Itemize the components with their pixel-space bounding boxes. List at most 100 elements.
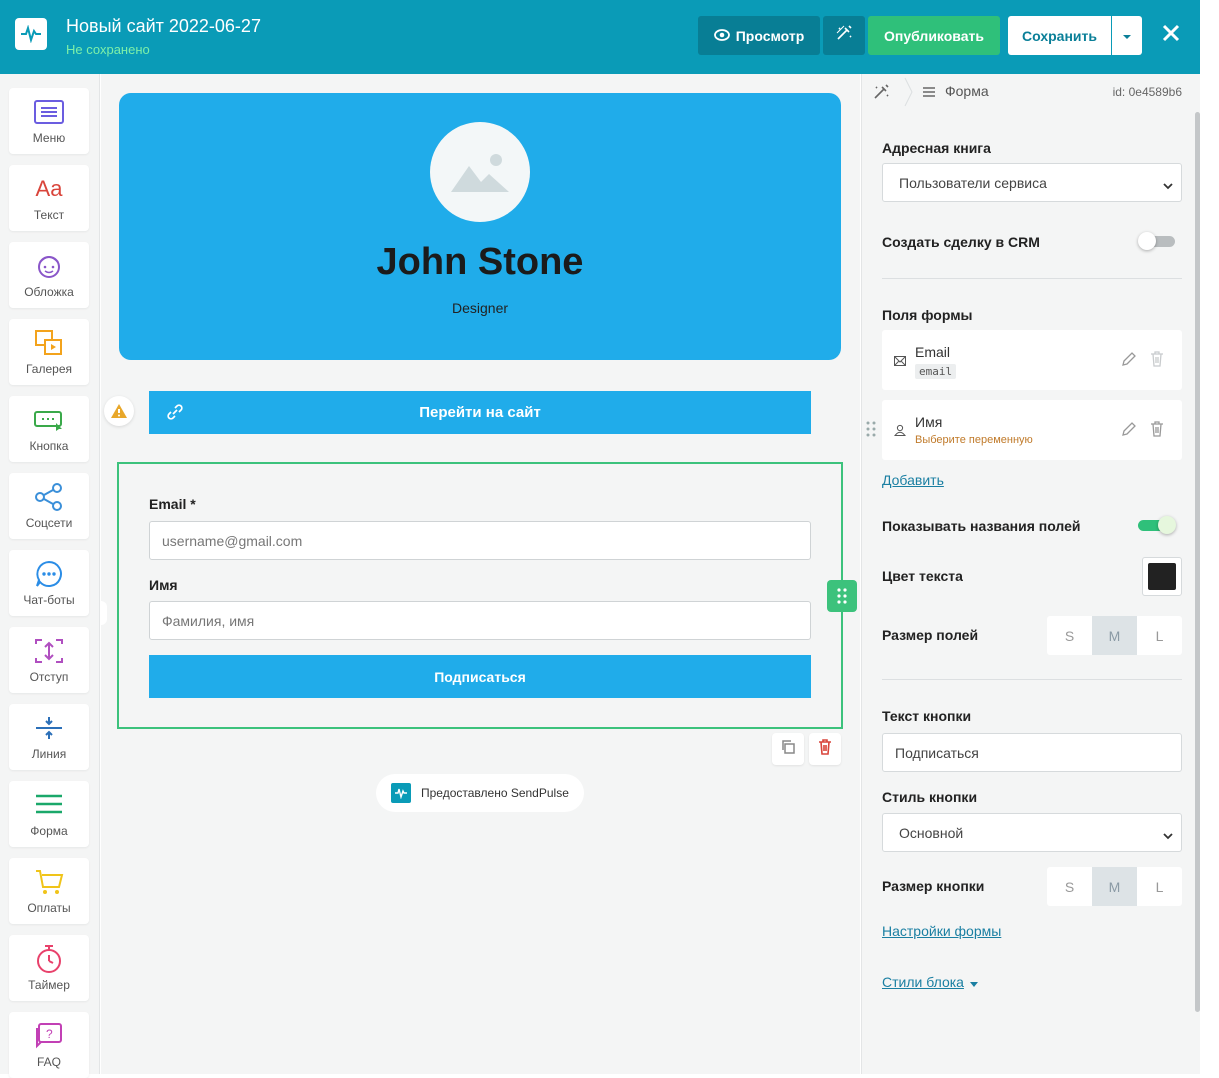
- sidebar-item-label: Кнопка: [29, 439, 69, 453]
- page-canvas: John Stone Designer Перейти на сайт Emai…: [101, 74, 860, 1074]
- close-button[interactable]: [1156, 20, 1186, 50]
- scrollbar-thumb[interactable]: [1195, 112, 1200, 1012]
- sidebar-item-menu[interactable]: Меню: [9, 88, 89, 154]
- share-icon: [33, 482, 65, 512]
- close-icon: [1161, 23, 1181, 48]
- site-title[interactable]: Новый сайт 2022-06-27: [66, 16, 261, 37]
- avatar[interactable]: [430, 122, 530, 222]
- button-text-input[interactable]: Подписаться: [882, 733, 1182, 772]
- sidebar-item-social[interactable]: Соцсети: [9, 473, 89, 539]
- text-color-picker[interactable]: [1142, 557, 1182, 596]
- subscribe-button[interactable]: Подписаться: [149, 655, 811, 698]
- caret-down-icon: [969, 974, 978, 990]
- duplicate-block-button[interactable]: [772, 733, 804, 765]
- trash-icon[interactable]: [1150, 351, 1164, 372]
- block-styles-link[interactable]: Стили блока: [882, 974, 978, 990]
- cover-icon: [33, 251, 65, 281]
- breadcrumb-current: Форма: [945, 83, 989, 99]
- save-button[interactable]: Сохранить: [1008, 16, 1111, 55]
- field-name: Имя: [915, 414, 943, 430]
- spacing-icon: [33, 636, 65, 666]
- caret-down-icon: [1122, 27, 1132, 45]
- form-settings-link[interactable]: Настройки формы: [882, 923, 1001, 939]
- drag-handle-icon[interactable]: [866, 421, 876, 442]
- hero-role[interactable]: Designer: [119, 300, 841, 316]
- sidebar-item-label: FAQ: [36, 1055, 61, 1069]
- block-styles-label: Стили блока: [882, 974, 964, 990]
- sidebar-item-button[interactable]: Кнопка: [9, 396, 89, 462]
- sidebar-item-faq[interactable]: ? FAQ: [9, 1012, 89, 1078]
- add-field-link[interactable]: Добавить: [882, 472, 944, 488]
- top-bar: Новый сайт 2022-06-27 Не сохранено Просм…: [0, 0, 1200, 74]
- design-tool-button[interactable]: [823, 16, 865, 55]
- size-option-l[interactable]: L: [1137, 867, 1182, 906]
- image-placeholder-icon: [451, 154, 509, 192]
- address-book-select[interactable]: Пользователи сервиса: [882, 163, 1182, 202]
- show-field-names-toggle[interactable]: [1138, 516, 1177, 534]
- button-icon: [33, 405, 65, 435]
- crm-toggle[interactable]: [1138, 232, 1177, 250]
- sidebar-item-line[interactable]: Линия: [9, 704, 89, 770]
- size-option-l[interactable]: L: [1137, 616, 1182, 655]
- pencil-icon[interactable]: [1121, 421, 1137, 442]
- size-option-m[interactable]: M: [1092, 616, 1137, 655]
- magic-wand-icon: [835, 24, 853, 47]
- sidebar-item-form[interactable]: Форма: [9, 781, 89, 847]
- size-option-m[interactable]: M: [1092, 867, 1137, 906]
- sidebar-item-label: Линия: [31, 747, 67, 761]
- left-resize-handle[interactable]: [101, 601, 107, 625]
- sidebar-item-label: Таймер: [28, 978, 70, 992]
- app-logo-icon[interactable]: [15, 18, 47, 50]
- powered-by-badge[interactable]: Предоставлено SendPulse: [376, 774, 584, 812]
- field-item-name[interactable]: Имя Выберите переменную: [882, 400, 1182, 460]
- color-swatch: [1148, 563, 1176, 590]
- trash-icon[interactable]: [1150, 421, 1164, 442]
- form-block[interactable]: Email * username@gmail.com Имя Фамилия, …: [117, 462, 843, 729]
- chevron-down-icon: [1163, 177, 1173, 193]
- delete-block-button[interactable]: [809, 733, 841, 765]
- pencil-icon[interactable]: [1121, 351, 1137, 372]
- cover-block[interactable]: John Stone Designer: [119, 93, 841, 360]
- name-field[interactable]: Фамилия, имя: [149, 601, 811, 640]
- text-icon: Aa: [35, 176, 63, 201]
- go-to-site-button[interactable]: Перейти на сайт: [149, 391, 811, 434]
- form-icon: [33, 790, 65, 820]
- sidebar-item-label: Меню: [32, 131, 66, 145]
- sidebar-item-chatbots[interactable]: Чат-боты: [9, 550, 89, 616]
- size-option-s[interactable]: S: [1047, 867, 1092, 906]
- cart-icon: [33, 867, 65, 897]
- menu-icon: [33, 97, 65, 127]
- sidebar-item-gallery[interactable]: Галерея: [9, 319, 89, 385]
- button-style-select[interactable]: Основной: [882, 813, 1182, 852]
- warning-icon[interactable]: [104, 396, 134, 426]
- field-item-email[interactable]: Email email: [882, 330, 1182, 390]
- sidebar-item-text[interactable]: Aa Текст: [9, 165, 89, 231]
- sidebar-item-label: Соцсети: [25, 516, 73, 530]
- save-options-dropdown[interactable]: [1112, 16, 1142, 55]
- hero-name[interactable]: John Stone: [119, 241, 841, 284]
- sidebar-item-spacing[interactable]: Отступ: [9, 627, 89, 693]
- email-field[interactable]: username@gmail.com: [149, 521, 811, 560]
- field-size-selector: S M L: [1047, 616, 1182, 655]
- divider: [882, 679, 1182, 680]
- size-option-s[interactable]: S: [1047, 616, 1092, 655]
- form-fields-label: Поля формы: [882, 307, 973, 323]
- publish-button[interactable]: Опубликовать: [868, 16, 1000, 55]
- drag-handle-icon[interactable]: [827, 580, 857, 612]
- sidebar-item-label: Чат-боты: [23, 593, 75, 607]
- magic-wand-icon[interactable]: [872, 83, 890, 104]
- button-size-selector: S M L: [1047, 867, 1182, 906]
- email-label: Email *: [149, 496, 196, 512]
- faq-icon: ?: [33, 1021, 65, 1051]
- sidebar-item-payments[interactable]: Оплаты: [9, 858, 89, 924]
- sidebar-item-label: Текст: [33, 208, 65, 222]
- button-style-label: Стиль кнопки: [882, 789, 978, 805]
- sendpulse-logo-icon: [391, 783, 411, 803]
- user-icon: [893, 423, 907, 441]
- save-status: Не сохранено: [66, 42, 150, 57]
- sidebar-item-timer[interactable]: Таймер: [9, 935, 89, 1001]
- sidebar-item-cover[interactable]: Обложка: [9, 242, 89, 308]
- field-name: Email: [915, 344, 951, 360]
- preview-button[interactable]: Просмотр: [698, 16, 820, 55]
- trash-icon: [818, 738, 832, 760]
